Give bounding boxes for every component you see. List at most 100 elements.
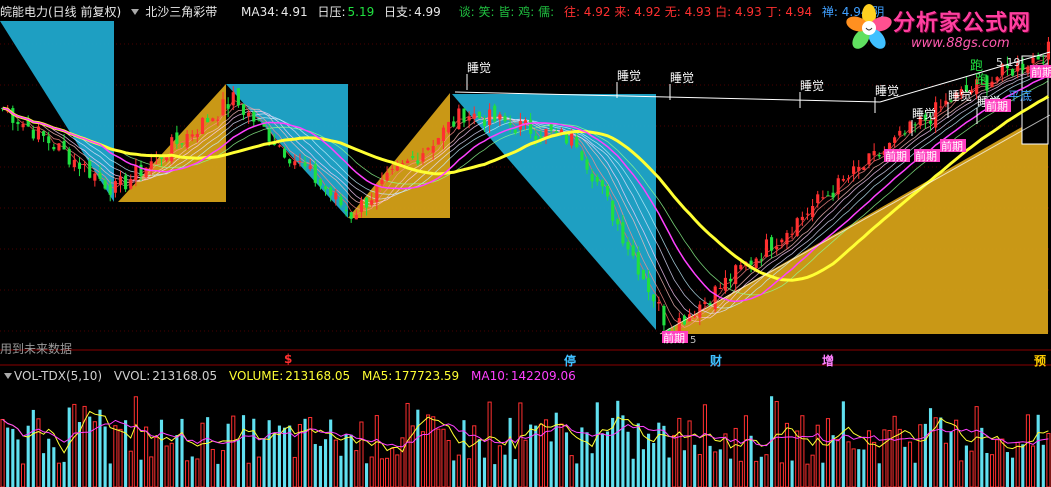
ma5-value: 177723.59: [394, 369, 460, 383]
volume-bar: [693, 444, 697, 487]
volume-bar: [124, 420, 128, 487]
indicator-name[interactable]: 北沙三角彩带: [145, 5, 217, 19]
candle-body: [344, 210, 348, 212]
volume-bar: [52, 447, 56, 487]
volume-bar: [318, 445, 322, 487]
low-price-label: 5: [690, 335, 696, 346]
candle-body: [431, 146, 435, 153]
volume-indicator-name[interactable]: VOL-TDX(5,10): [14, 369, 102, 383]
volume-bar: [913, 462, 917, 487]
candle-body: [231, 92, 235, 106]
run-label: 跑: [970, 59, 983, 74]
candle-body: [467, 116, 471, 121]
volume-bar: [939, 417, 943, 487]
ma34-label: MA34:: [241, 5, 279, 19]
marker-dollar[interactable]: $: [282, 352, 294, 366]
candle-body: [180, 143, 184, 145]
logo-name: 分析家公式网: [893, 11, 1032, 36]
candle-body: [990, 81, 994, 88]
sleep-label: 睡觉: [875, 84, 899, 98]
volume-bar: [805, 463, 810, 487]
candle-body: [282, 148, 287, 158]
volume-bar: [493, 464, 497, 487]
volume-bar: [159, 419, 164, 487]
candle-body: [585, 159, 589, 170]
volume-bar: [949, 431, 953, 487]
price-chart[interactable]: 睡觉睡觉睡觉睡觉睡觉睡觉睡觉睡觉跑跑平底前期前期前期前期前期前期55.19: [0, 0, 1051, 487]
candle-body: [390, 168, 394, 170]
dropdown-icon[interactable]: [131, 9, 140, 15]
volume-bar: [180, 418, 184, 487]
vvol-label: VVOL:: [113, 369, 151, 383]
candle-body: [472, 113, 476, 119]
candle-body: [67, 149, 71, 165]
volume-bar: [365, 463, 369, 487]
candle-body: [549, 124, 553, 131]
volume-bar: [733, 427, 738, 487]
dropdown-icon-volume[interactable]: [4, 373, 12, 379]
candle-body: [580, 151, 584, 161]
candle-body: [631, 245, 635, 256]
candle-body: [185, 134, 189, 148]
candle-body: [293, 161, 297, 166]
candle-body: [841, 178, 845, 181]
candle-body: [113, 181, 117, 193]
volume-bar: [974, 406, 979, 487]
candle-body: [83, 164, 87, 166]
candle-body: [216, 119, 220, 121]
ma10-label: MA10:: [471, 369, 509, 383]
candle-body: [462, 108, 466, 123]
volume-bar: [1021, 444, 1025, 487]
volume-bar: [477, 439, 481, 487]
volume-bar: [1015, 441, 1020, 487]
volume-bar: [846, 441, 851, 487]
volume-bar: [779, 462, 784, 487]
volume-bar: [395, 454, 400, 487]
candle-body: [323, 186, 328, 190]
volume-bar: [56, 462, 62, 487]
sleep-label: 睡觉: [912, 107, 936, 121]
candle-body: [72, 159, 76, 168]
candle-body: [908, 121, 912, 134]
marker-forecast[interactable]: 预: [1032, 352, 1048, 369]
stock-title[interactable]: 皖能电力(日线 前复权): [0, 5, 121, 19]
pressure-label: 日压:: [317, 5, 346, 19]
volume-bar: [220, 450, 226, 487]
candle-body: [693, 315, 697, 318]
candle-body: [641, 269, 645, 280]
candle-body: [447, 121, 451, 133]
marker-finance[interactable]: 财: [708, 352, 724, 369]
ma5-label: MA5:: [362, 369, 393, 383]
volume-bar: [600, 433, 604, 487]
volume-bar: [169, 442, 174, 487]
candle-body: [852, 166, 856, 174]
volume-bar: [672, 434, 677, 487]
volume-bar: [795, 430, 800, 487]
volume-bar: [554, 412, 558, 487]
volume-bar: [149, 456, 154, 487]
volume-bar: [385, 457, 390, 487]
volume-bar: [866, 430, 872, 487]
candle-body: [877, 155, 881, 157]
candle-body: [421, 153, 425, 162]
volume-bar: [538, 423, 543, 487]
candle-body: [831, 192, 835, 198]
volume-bar: [446, 439, 451, 487]
candle-body: [939, 106, 943, 108]
candle-body: [636, 252, 640, 275]
marker-increase[interactable]: 增: [820, 352, 836, 369]
triangle-bands: [0, 21, 1049, 334]
candle-body: [1041, 61, 1045, 63]
candle-body: [359, 200, 364, 212]
candle-body: [298, 160, 302, 162]
volume-bar: [697, 454, 702, 487]
volume-bar: [128, 450, 133, 487]
future-data-note: 用到未来数据: [0, 342, 73, 356]
volume-bar: [702, 404, 708, 487]
candle-body: [108, 184, 112, 195]
candle-body: [857, 166, 861, 171]
candle-body: [170, 137, 174, 162]
marker-stop[interactable]: 停: [562, 352, 578, 369]
candle-body: [370, 200, 374, 205]
candle-body: [1026, 66, 1030, 73]
